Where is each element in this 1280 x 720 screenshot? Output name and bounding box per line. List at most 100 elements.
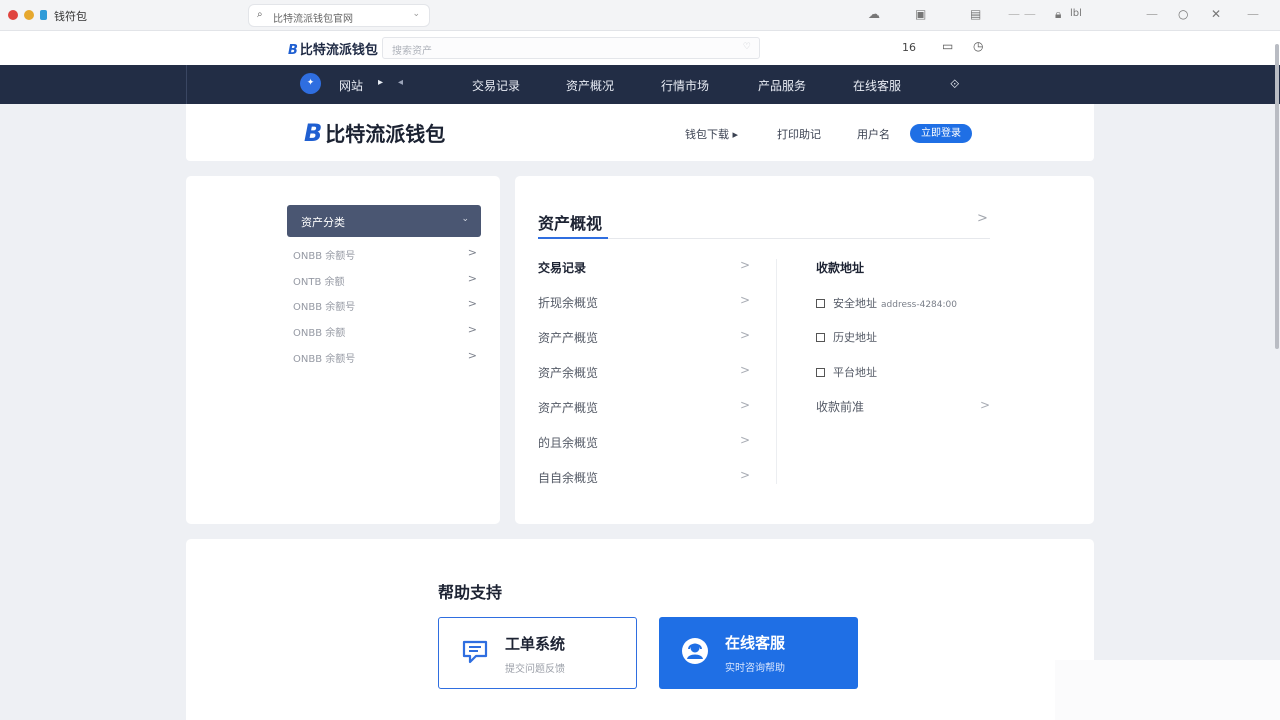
cloud-icon[interactable]: ☁ — [868, 7, 880, 21]
list-item-label: 的且余概览 — [538, 436, 599, 450]
address-item[interactable]: 历史地址 — [816, 329, 877, 345]
minimize-icon[interactable]: — — [1146, 7, 1158, 21]
heart-icon[interactable]: ♡ — [743, 42, 751, 52]
scrollbar[interactable] — [1275, 44, 1279, 349]
chevron-right-icon: > — [979, 398, 990, 412]
play-icon[interactable]: ▸ — [378, 77, 383, 88]
window-minimize-icon[interactable]: — — [1247, 7, 1259, 21]
sidebar-item[interactable]: ONTB 余额 > — [293, 272, 477, 288]
brand-link-download[interactable]: 钱包下载 ▸ — [685, 126, 738, 142]
bookmark-icon[interactable]: ▣ — [915, 7, 926, 21]
list-item[interactable]: 交易记录 > — [538, 258, 750, 276]
sidebar-item[interactable]: ONBB 余额 > — [293, 323, 477, 339]
ticket-subtitle: 提交问题反馈 — [505, 664, 565, 675]
divider-icon: — — — [1008, 7, 1036, 21]
list-item-label: 自自余概览 — [538, 471, 599, 485]
sidebar-item-label: ONBB 余额 — [293, 328, 346, 339]
address-item-label: 平台地址 — [833, 366, 877, 379]
address-bar[interactable]: ⌕ 比特流派钱包官网 ⌄ — [248, 4, 430, 27]
header-logo-text: 比特流派钱包 — [299, 43, 378, 58]
wallet-icon — [816, 299, 825, 308]
folder-icon[interactable]: ▤ — [970, 7, 981, 21]
sound-icon[interactable]: ◂ — [398, 77, 403, 88]
chevron-right-icon: > — [739, 468, 750, 482]
login-button[interactable]: 立即登录 — [910, 124, 972, 143]
chat-icon — [462, 640, 488, 664]
address-text: 比特流派钱包官网 — [273, 14, 353, 25]
list-item[interactable]: 自自余概览 > — [538, 468, 750, 486]
nav-item-assets[interactable]: 资产概况 — [566, 77, 614, 94]
brand-link-user[interactable]: 用户名 — [857, 126, 890, 142]
message-icon[interactable]: ▭ — [942, 39, 953, 53]
address-more-link[interactable]: 收款前准 > — [816, 398, 990, 416]
page-title: 资产概视 — [538, 214, 603, 233]
list-item[interactable]: 的且余概览 > — [538, 433, 750, 451]
close-icon[interactable]: ✕ — [1211, 7, 1221, 21]
lock-icon[interactable]: 🔒︎ — [1055, 7, 1061, 22]
chevron-right-icon: > — [739, 433, 750, 447]
wallet-icon — [816, 368, 825, 377]
app-header: B 比特流派钱包 搜索资产 ♡ 16 ▭ ◷ — [0, 31, 1280, 65]
brand-logo-text: 比特流派钱包 — [325, 122, 446, 146]
address-value: address-4284:00 — [881, 300, 957, 310]
sidebar-item[interactable]: ONBB 余额号 > — [293, 349, 477, 365]
title-accent — [538, 237, 608, 239]
help-title: 帮助支持 — [438, 583, 503, 602]
chevron-right-icon: > — [467, 297, 477, 310]
chevron-down-icon: ⌄ — [461, 214, 469, 224]
sidebar-item-label: 资产分类 — [301, 216, 345, 229]
chevron-right-icon: > — [467, 349, 477, 362]
chevron-down-icon[interactable]: ⌄ — [412, 9, 420, 19]
brand-link-print[interactable]: 打印助记 — [777, 126, 821, 142]
nav-item-site[interactable]: 网站 — [339, 77, 363, 94]
brand-link-download-label: 钱包下载 — [685, 128, 729, 141]
sidebar-item-active[interactable]: 资产分类 ⌄ — [287, 205, 481, 237]
nav-item-transactions[interactable]: 交易记录 — [472, 77, 520, 94]
minimize-window-button[interactable] — [24, 10, 34, 20]
list-item[interactable]: 资产余概览 > — [538, 363, 750, 381]
maximize-icon[interactable]: ○ — [1178, 7, 1188, 21]
list-item[interactable]: 资产产概览 > — [538, 398, 750, 416]
window-titlebar: 钱符包 ⌕ 比特流派钱包官网 ⌄ ☁ ▣ ▤ — — 🔒︎ lbl — ○ ✕ … — [0, 0, 1280, 31]
search-placeholder: 搜索资产 — [392, 46, 432, 57]
support-agent-icon — [682, 638, 708, 664]
chevron-right-icon[interactable]: > — [977, 211, 988, 226]
list-item-label: 交易记录 — [538, 261, 587, 275]
address-item-label: 历史地址 — [833, 331, 877, 344]
ticket-system-button[interactable]: 工单系统 提交问题反馈 — [438, 617, 637, 689]
list-item[interactable]: 资产产概览 > — [538, 328, 750, 346]
search-input[interactable]: 搜索资产 ♡ — [382, 37, 760, 59]
address-item-label: 安全地址 — [833, 297, 877, 310]
brand-logo[interactable]: B 比特流派钱包 — [304, 118, 445, 147]
nav-item-support[interactable]: 在线客服 — [853, 77, 901, 94]
online-service-button[interactable]: 在线客服 实时咨询帮助 — [659, 617, 858, 689]
window-title: 钱符包 — [54, 10, 87, 23]
toolbar-label: lbl — [1070, 8, 1082, 19]
sidebar-item[interactable]: ONBB 余额号 > — [293, 297, 477, 313]
list-item[interactable]: 折现余概览 > — [538, 293, 750, 311]
close-window-button[interactable] — [8, 10, 18, 20]
service-title: 在线客服 — [725, 634, 786, 652]
sidebar-item-label: ONBB 余额号 — [293, 354, 356, 365]
ticket-title: 工单系统 — [505, 635, 566, 653]
wallet-icon — [816, 333, 825, 342]
address-item[interactable]: 平台地址 — [816, 364, 877, 380]
notification-count: 16 — [902, 41, 916, 54]
corner-overlay — [1055, 660, 1280, 720]
settings-icon[interactable]: ⟐ — [950, 77, 959, 92]
chevron-right-icon: > — [467, 246, 477, 259]
user-icon[interactable]: ◷ — [973, 39, 983, 53]
chevron-right-icon: > — [739, 328, 750, 342]
chevron-right-icon: > — [739, 398, 750, 412]
home-icon[interactable]: ✦ — [300, 73, 321, 94]
nav-item-products[interactable]: 产品服务 — [758, 77, 806, 94]
header-logo[interactable]: B 比特流派钱包 — [288, 39, 378, 58]
sidebar-item[interactable]: ONBB 余额号 > — [293, 246, 477, 262]
logo-mark-icon: B — [288, 43, 298, 58]
sidebar-item-label: ONTB 余额 — [293, 277, 345, 288]
sidebar-item-label: ONBB 余额号 — [293, 302, 356, 313]
main-nav — [0, 65, 1280, 104]
nav-item-market[interactable]: 行情市场 — [661, 77, 709, 94]
chevron-right-icon: > — [467, 272, 477, 285]
address-item[interactable]: 安全地址 address-4284:00 — [816, 295, 957, 311]
